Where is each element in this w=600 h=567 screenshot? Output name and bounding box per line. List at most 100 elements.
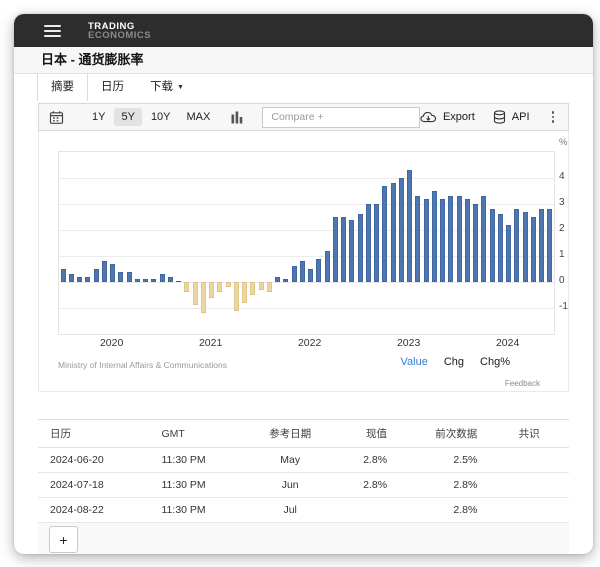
bar-2024-04[interactable] [531, 217, 536, 282]
bar-2020-06[interactable] [151, 279, 156, 282]
bar-2022-08[interactable] [366, 204, 371, 282]
content-area: 1Y5Y10YMAX Export [14, 103, 593, 554]
table-cell: 11:30 PM [150, 498, 251, 523]
table-row[interactable]: 2024-07-1811:30 PMJun2.8%2.8% [38, 473, 569, 498]
bar-2023-10[interactable] [481, 196, 486, 282]
tab-summary[interactable]: 摘要 [37, 74, 88, 101]
more-options-icon[interactable] [548, 109, 559, 125]
range-button-5y[interactable]: 5Y [114, 108, 141, 126]
chart-source-label: Ministry of Internal Affairs & Communica… [58, 360, 227, 370]
bar-2023-02[interactable] [415, 196, 420, 282]
bar-2021-04[interactable] [234, 282, 239, 311]
bar-2020-11[interactable] [193, 282, 198, 305]
bar-2021-06[interactable] [250, 282, 255, 295]
calendar-table: 日历GMT参考日期现值前次数据共识 2024-06-2011:30 PMMay2… [38, 419, 569, 523]
bar-2023-09[interactable] [473, 204, 478, 282]
range-buttons: 1Y5Y10YMAX [84, 108, 218, 126]
bar-2023-11[interactable] [490, 209, 495, 282]
y-axis-tick-label: 0 [559, 275, 565, 287]
bar-2019-11[interactable] [94, 269, 99, 282]
bar-2024-02[interactable] [514, 209, 519, 282]
bar-2024-03[interactable] [523, 212, 528, 282]
bar-2019-12[interactable] [102, 261, 107, 282]
bar-2022-01[interactable] [308, 269, 313, 282]
bar-2022-07[interactable] [358, 214, 363, 282]
chart-plot-area[interactable] [58, 151, 555, 335]
bar-2022-02[interactable] [316, 259, 321, 282]
bar-2023-06[interactable] [448, 196, 453, 282]
bar-2021-08[interactable] [267, 282, 272, 292]
tab-calendar[interactable]: 日历 [88, 74, 137, 101]
chart-link-value[interactable]: Value [401, 356, 428, 368]
bar-2021-03[interactable] [226, 282, 231, 287]
bar-2019-07[interactable] [61, 269, 66, 282]
feedback-link[interactable]: Feedback [505, 379, 540, 388]
bar-2024-05[interactable] [539, 209, 544, 282]
bar-2022-10[interactable] [382, 186, 387, 282]
chart-link-chg[interactable]: Chg [444, 356, 464, 368]
bar-2022-11[interactable] [391, 183, 396, 282]
table-row[interactable]: 2024-08-2211:30 PMJul2.8% [38, 498, 569, 523]
bar-2020-07[interactable] [160, 274, 165, 282]
y-axis-tick-label: 2 [559, 223, 565, 235]
calendar-icon[interactable] [49, 110, 64, 125]
range-button-10y[interactable]: 10Y [144, 108, 178, 126]
table-header-4: 前次数据 [399, 420, 489, 448]
bar-2019-10[interactable] [85, 277, 90, 282]
bar-2023-07[interactable] [457, 196, 462, 282]
bar-2023-08[interactable] [465, 199, 470, 282]
bar-2020-04[interactable] [135, 279, 140, 282]
gridline--1 [59, 308, 554, 309]
add-row-button[interactable]: + [49, 526, 78, 553]
bar-2021-10[interactable] [283, 279, 288, 282]
bar-2020-03[interactable] [127, 272, 132, 282]
bar-2021-05[interactable] [242, 282, 247, 303]
top-navbar: TRADING ECONOMICS [14, 14, 593, 47]
table-header-1: GMT [150, 420, 251, 448]
table-cell [489, 498, 569, 523]
bar-2020-12[interactable] [201, 282, 206, 313]
bar-2022-06[interactable] [349, 220, 354, 282]
x-axis-tick-label-2022: 2022 [298, 337, 321, 349]
bar-2021-07[interactable] [259, 282, 264, 290]
bar-2021-01[interactable] [209, 282, 214, 298]
bar-2022-03[interactable] [325, 251, 330, 282]
export-button[interactable]: Export [420, 111, 475, 124]
bar-2023-01[interactable] [407, 170, 412, 282]
bar-2021-12[interactable] [300, 261, 305, 282]
hamburger-menu-icon[interactable] [44, 22, 61, 40]
bar-2022-09[interactable] [374, 204, 379, 282]
bar-2019-09[interactable] [77, 277, 82, 282]
bar-2021-09[interactable] [275, 277, 280, 282]
range-button-1y[interactable]: 1Y [85, 108, 112, 126]
bar-2020-10[interactable] [184, 282, 189, 292]
bar-2021-11[interactable] [292, 266, 297, 282]
table-cell: May [250, 448, 330, 473]
y-axis-tick-label: 1 [559, 249, 565, 261]
bar-2020-09[interactable] [176, 281, 181, 282]
bar-2023-12[interactable] [498, 214, 503, 282]
tab-bar: 摘要日历下载▼ [14, 74, 593, 101]
api-button[interactable]: API [493, 110, 530, 124]
chart-link-chgpct[interactable]: Chg% [480, 356, 510, 368]
bar-2020-08[interactable] [168, 277, 173, 282]
bar-2022-12[interactable] [399, 178, 404, 282]
bar-2020-02[interactable] [118, 272, 123, 282]
bar-2022-05[interactable] [341, 217, 346, 282]
compare-input[interactable] [262, 107, 420, 128]
bar-2023-03[interactable] [424, 199, 429, 282]
bar-2022-04[interactable] [333, 217, 338, 282]
bar-2020-05[interactable] [143, 279, 148, 282]
bar-2020-01[interactable] [110, 264, 115, 282]
trading-economics-logo[interactable]: TRADING ECONOMICS [88, 22, 151, 40]
bar-2023-04[interactable] [432, 191, 437, 282]
tab-download[interactable]: 下载▼ [137, 74, 197, 101]
bar-2019-08[interactable] [69, 274, 74, 282]
range-button-max[interactable]: MAX [180, 108, 218, 126]
bar-2023-05[interactable] [440, 199, 445, 282]
bar-2021-02[interactable] [217, 282, 222, 292]
bar-2024-01[interactable] [506, 225, 511, 282]
chart-type-icon[interactable] [231, 111, 243, 124]
bar-2024-06[interactable] [547, 209, 552, 282]
table-row[interactable]: 2024-06-2011:30 PMMay2.8%2.5% [38, 448, 569, 473]
